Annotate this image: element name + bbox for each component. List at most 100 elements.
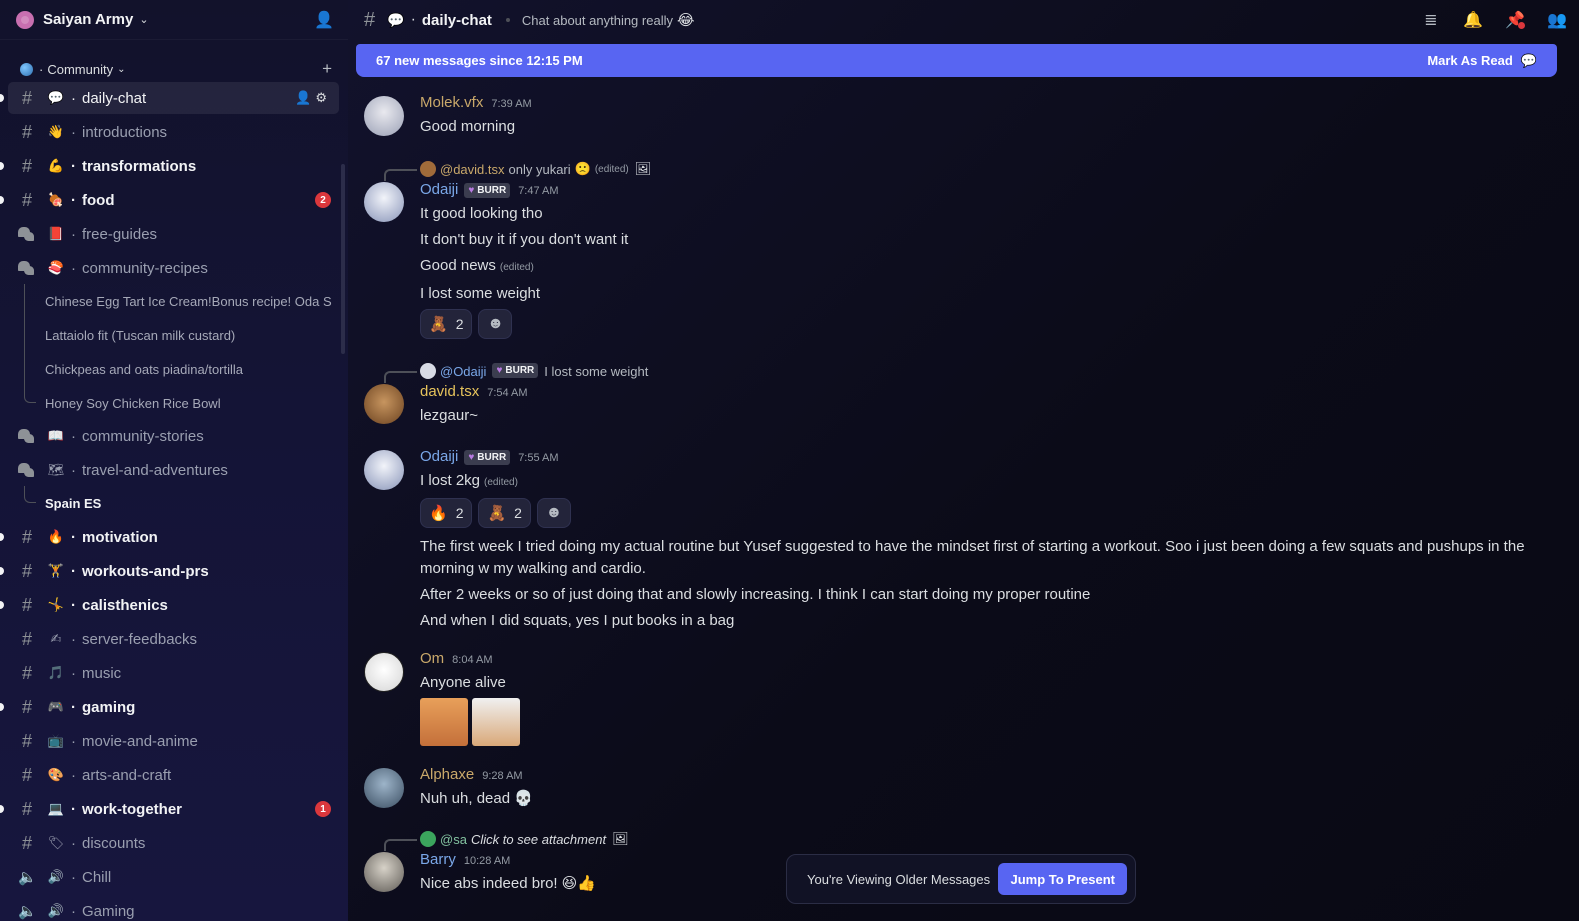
channel-label: food	[82, 191, 115, 209]
reaction[interactable]: 🔥 2	[420, 498, 473, 528]
author-name[interactable]: Odaiji	[420, 448, 458, 465]
thread-item[interactable]: Chickpeas and oats piadina/tortilla	[24, 352, 342, 386]
channel-community-stories[interactable]: 📖 · community-stories	[8, 420, 339, 452]
channel-topic[interactable]: Chat about anything really	[522, 13, 673, 28]
author-name[interactable]: Barry	[420, 851, 456, 868]
channel-introductions[interactable]: # 👋 · introductions	[8, 116, 339, 148]
hash-icon: #	[21, 798, 32, 819]
author-name[interactable]: Om	[420, 650, 444, 667]
channel-transformations[interactable]: # 💪 · transformations	[0, 150, 339, 182]
message-text: I lost some weight	[420, 285, 541, 302]
channel-travel-and-adventures[interactable]: 🗺 · travel-and-adventures	[8, 454, 339, 486]
channel-voice-chill[interactable]: 🔈 🔊 · Chill	[8, 861, 339, 893]
hash-icon: #	[21, 87, 32, 108]
reply-reference[interactable]: @sa Click to see attachment 🖼	[420, 830, 629, 848]
tv-icon: 📺	[47, 733, 65, 748]
channel-voice-gaming[interactable]: 🔈 🔊 · Gaming	[8, 895, 339, 921]
timestamp: 7:55 AM	[518, 452, 559, 464]
message: @Odaiji ♥ BURR I lost some weight david.t…	[364, 362, 1564, 427]
channel-movie-and-anime[interactable]: # 📺 · movie-and-anime	[8, 725, 339, 757]
message: Odaiji ♥ BURR 7:55 AM I lost 2kg (edited) …	[364, 448, 1564, 632]
message-text: Anyone alive	[420, 674, 506, 691]
speech-bubble-icon: 💬	[387, 11, 405, 28]
timestamp: 7:39 AM	[491, 98, 532, 110]
channel-label: Chill	[82, 868, 112, 886]
avatar[interactable]	[364, 852, 404, 892]
add-reaction-button[interactable]: ☻	[536, 498, 571, 528]
avatar[interactable]	[364, 652, 404, 692]
forum-icon	[18, 226, 36, 242]
reaction[interactable]: 🧸 2	[478, 498, 531, 528]
channel-free-guides[interactable]: 📕 · free-guides	[8, 218, 339, 250]
reply-reference[interactable]: @Odaiji ♥ BURR I lost some weight	[420, 362, 648, 380]
bell-icon[interactable]: 🔔	[1463, 10, 1483, 30]
channel-server-feedbacks[interactable]: # ✍ · server-feedbacks	[8, 623, 339, 655]
avatar[interactable]	[364, 768, 404, 808]
wave-icon: 👋	[47, 124, 65, 139]
unread-pill	[0, 805, 4, 813]
threads-icon[interactable]: ≣	[1421, 10, 1441, 30]
role-label: BURR	[505, 364, 535, 376]
avatar[interactable]	[364, 96, 404, 136]
fire-emoji-icon: 🔥	[429, 505, 448, 522]
category-community[interactable]: · Community ⌄ +	[0, 58, 348, 80]
channel-work-together[interactable]: # 💻 · work-together 1	[0, 793, 339, 825]
thread-item[interactable]: Lattaiolo fit (Tuscan milk custard)	[24, 318, 342, 352]
forum-icon	[18, 260, 36, 276]
pin-icon[interactable]: 📌	[1505, 10, 1525, 30]
message-text: Good news (edited)	[420, 255, 1564, 279]
avatar[interactable]	[364, 384, 404, 424]
thread-item-spain[interactable]: Spain ES	[24, 486, 342, 520]
add-member-icon[interactable]: 👤	[295, 90, 315, 105]
smile-plus-icon: ☻	[487, 315, 504, 332]
avatar[interactable]	[364, 182, 404, 222]
channel-workouts-and-prs[interactable]: # 🏋 · workouts-and-prs	[0, 555, 339, 587]
channel-daily-chat[interactable]: # 💬 · daily-chat 👤⚙	[0, 82, 339, 114]
server-header[interactable]: Saiyan Army ⌄ 👤	[0, 0, 348, 40]
channel-actions[interactable]: 👤⚙	[295, 90, 331, 106]
author-name[interactable]: Molek.vfx	[420, 94, 483, 111]
timestamp: 7:47 AM	[518, 185, 559, 197]
channel-motivation[interactable]: # 🔥 · motivation	[0, 521, 339, 553]
channel-arts-and-craft[interactable]: # 🎨 · arts-and-craft	[8, 759, 339, 791]
author-name[interactable]: david.tsx	[420, 383, 479, 400]
channel-community-recipes[interactable]: 🍣 · community-recipes	[8, 252, 339, 284]
thread-item[interactable]: Honey Soy Chicken Rice Bowl	[24, 386, 342, 420]
header-toolbar: ≣ 🔔 📌 👥	[1421, 10, 1567, 30]
avatar[interactable]	[364, 450, 404, 490]
author-name[interactable]: Alphaxe	[420, 766, 474, 783]
create-channel-icon[interactable]: +	[322, 59, 332, 79]
channel-discounts[interactable]: # 🏷 · discounts	[8, 827, 339, 859]
thread-item[interactable]: Chinese Egg Tart Ice Cream!Bonus recipe!…	[24, 284, 342, 318]
channel-label: motivation	[82, 528, 158, 546]
channel-sidebar: Saiyan Army ⌄ 👤 · Community ⌄ + # 💬 · da…	[0, 0, 348, 921]
gear-icon[interactable]: ⚙	[315, 90, 331, 105]
invite-people-icon[interactable]: 👤	[314, 10, 334, 30]
emoji-image[interactable]	[472, 698, 520, 746]
emoji-image[interactable]	[420, 698, 468, 746]
channel-title: daily-chat	[421, 11, 492, 29]
member-list-icon[interactable]: 👥	[1547, 10, 1567, 30]
new-messages-text: 67 new messages since 12:15 PM	[376, 53, 583, 68]
jump-to-present-button[interactable]: Jump To Present	[998, 863, 1127, 895]
new-messages-bar[interactable]: 67 new messages since 12:15 PM Mark As R…	[356, 44, 1557, 77]
role-tag: ♥ BURR	[492, 362, 539, 378]
mini-avatar	[420, 831, 436, 847]
channel-calisthenics[interactable]: # 🤸 · calisthenics	[0, 589, 339, 621]
sidebar-scrollbar[interactable]	[341, 164, 345, 354]
reaction[interactable]: 🧸 2	[420, 309, 473, 339]
mark-as-read-button[interactable]: Mark As Read 💬	[1427, 53, 1537, 69]
channel-music[interactable]: # 🎵 · music	[8, 657, 339, 689]
message-body: Good news	[420, 257, 496, 274]
channel-label: gaming	[82, 698, 136, 716]
hash-icon: #	[21, 764, 32, 785]
reply-reference[interactable]: @david.tsx only yukari 🙁 (edited) 🖼	[420, 160, 651, 178]
figure-emoji-icon: 🧸	[429, 316, 448, 333]
unread-pill	[0, 567, 4, 575]
role-tag: ♥ BURR	[464, 450, 511, 465]
channel-label: travel-and-adventures	[82, 461, 228, 479]
channel-food[interactable]: # 🍖 · food 2	[0, 184, 339, 216]
channel-gaming[interactable]: # 🎮 · gaming	[0, 691, 339, 723]
author-name[interactable]: Odaiji	[420, 181, 458, 198]
add-reaction-button[interactable]: ☻	[478, 309, 513, 339]
